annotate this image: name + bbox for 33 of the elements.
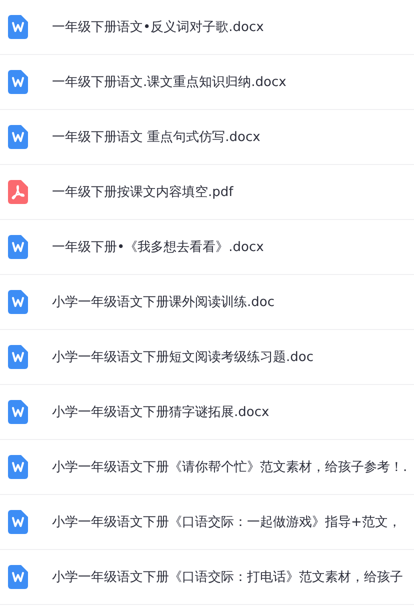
word-document-icon [8, 400, 28, 424]
file-row[interactable]: 小学一年级语文下册短文阅读考级练习题.doc [0, 330, 414, 385]
word-document-icon [8, 565, 28, 589]
file-name: 小学一年级语文下册短文阅读考级练习题.doc [52, 349, 314, 366]
file-row[interactable]: 小学一年级语文下册猜字谜拓展.docx [0, 385, 414, 440]
word-document-icon [8, 70, 28, 94]
file-row[interactable]: 一年级下册语文 重点句式仿写.docx [0, 110, 414, 165]
file-name: 一年级下册•《我多想去看看》.docx [52, 239, 264, 256]
file-row[interactable]: 小学一年级语文下册课外阅读训练.doc [0, 275, 414, 330]
file-name: 一年级下册语文 重点句式仿写.docx [52, 129, 260, 146]
file-row[interactable]: 小学一年级语文下册《请你帮个忙》范文素材，给孩子参考！. [0, 440, 414, 495]
word-document-icon [8, 125, 28, 149]
file-name: 小学一年级语文下册《口语交际：一起做游戏》指导+范文， [52, 514, 401, 531]
file-name: 一年级下册语文.课文重点知识归纳.docx [52, 74, 286, 91]
file-name: 小学一年级语文下册《请你帮个忙》范文素材，给孩子参考！. [52, 459, 408, 476]
word-document-icon [8, 345, 28, 369]
file-row[interactable]: 小学一年级语文下册《口语交际：一起做游戏》指导+范文， [0, 495, 414, 550]
file-name: 一年级下册按课文内容填空.pdf [52, 184, 234, 201]
file-name: 一年级下册语文•反义词对子歌.docx [52, 19, 264, 36]
word-document-icon [8, 290, 28, 314]
file-name: 小学一年级语文下册课外阅读训练.doc [52, 294, 274, 311]
file-row[interactable]: 一年级下册•《我多想去看看》.docx [0, 220, 414, 275]
file-row[interactable]: 一年级下册语文.课文重点知识归纳.docx [0, 55, 414, 110]
pdf-document-icon [8, 180, 28, 204]
file-name: 小学一年级语文下册猜字谜拓展.docx [52, 404, 270, 421]
word-document-icon [8, 235, 28, 259]
file-row[interactable]: 一年级下册语文•反义词对子歌.docx [0, 0, 414, 55]
word-document-icon [8, 15, 28, 39]
file-row[interactable]: 小学一年级语文下册《口语交际：打电话》范文素材，给孩子 [0, 550, 414, 605]
file-row[interactable]: 一年级下册按课文内容填空.pdf [0, 165, 414, 220]
file-name: 小学一年级语文下册《口语交际：打电话》范文素材，给孩子 [52, 569, 403, 586]
word-document-icon [8, 455, 28, 479]
word-document-icon [8, 510, 28, 534]
